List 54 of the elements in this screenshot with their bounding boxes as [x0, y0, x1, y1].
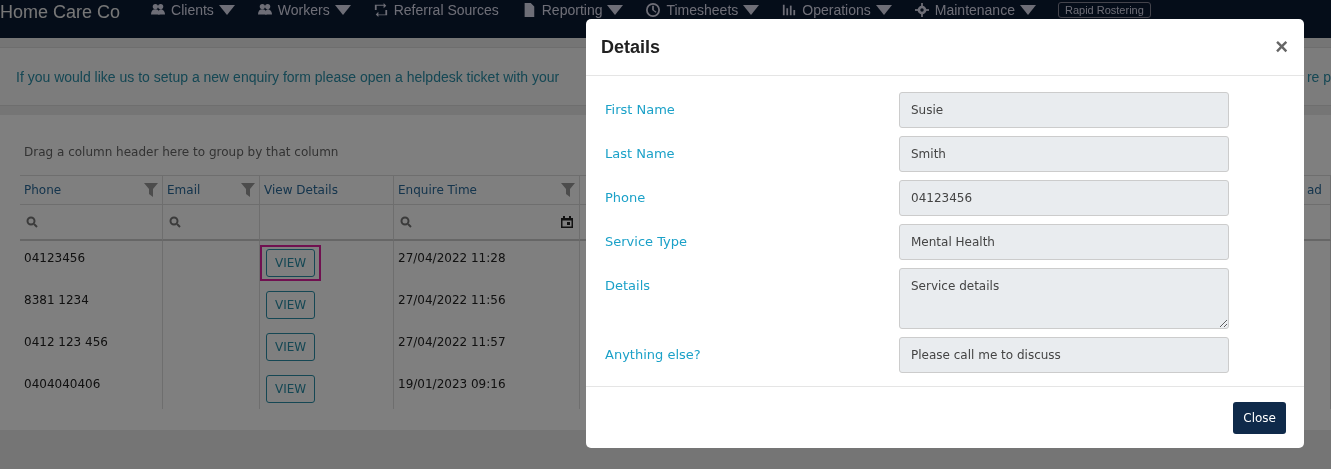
- table-cell: 27/04/2022 11:56: [394, 283, 580, 325]
- clock-icon: [645, 3, 662, 17]
- view-button[interactable]: VIEW: [266, 375, 316, 403]
- table-cell: 19/01/2023 09:16: [394, 367, 580, 409]
- repeat-arrows-icon: [372, 3, 389, 17]
- details-field[interactable]: Service details: [899, 268, 1229, 329]
- table-cell: 8381 1234: [20, 283, 163, 325]
- column-header[interactable]: Email: [163, 175, 260, 205]
- filter-icon[interactable]: [144, 183, 158, 197]
- field-label: Service Type: [605, 233, 689, 251]
- search-icon[interactable]: [26, 216, 38, 228]
- users-icon: [150, 3, 167, 17]
- users-icon: [256, 3, 273, 17]
- table-cell: 0412 123 456: [20, 325, 163, 367]
- column-header[interactable]: Phone: [20, 175, 163, 205]
- view-button[interactable]: VIEW: [266, 249, 316, 277]
- nav-menu-item[interactable]: Clients: [150, 2, 235, 18]
- input-field[interactable]: Smith: [899, 136, 1229, 172]
- nav-menu-item[interactable]: Timesheets: [645, 2, 760, 18]
- field-label: Anything else?: [605, 346, 702, 364]
- bar-chart-icon: [781, 3, 798, 17]
- input-field[interactable]: 04123456: [899, 180, 1229, 216]
- search-icon[interactable]: [169, 216, 181, 228]
- field-label: Last Name: [605, 145, 676, 163]
- close-button[interactable]: Close: [1233, 401, 1286, 434]
- group-hint: Drag a column header here to group by that column: [23, 145, 340, 159]
- nav-menu-item[interactable]: Maintenance: [913, 2, 1036, 18]
- filter-icon[interactable]: [561, 183, 575, 197]
- column-header[interactable]: View Details: [260, 175, 394, 205]
- input-field[interactable]: Mental Health: [899, 224, 1229, 260]
- input-field[interactable]: Susie: [899, 92, 1229, 128]
- field-label: Details: [605, 277, 652, 295]
- field-label: First Name: [605, 101, 676, 119]
- search-icon[interactable]: [400, 216, 412, 228]
- nav-menu-item[interactable]: Operations: [781, 2, 892, 18]
- filter-icon[interactable]: [241, 183, 255, 197]
- nav-menu-item[interactable]: Reporting: [520, 2, 624, 18]
- input-field[interactable]: Please call me to discuss: [899, 337, 1229, 373]
- table-cell: 27/04/2022 11:57: [394, 325, 580, 367]
- view-button[interactable]: VIEW: [266, 291, 316, 319]
- nav-menu-item[interactable]: Workers: [256, 2, 351, 18]
- dialog-title: Details: [601, 36, 661, 58]
- column-header[interactable]: Enquire Time: [394, 175, 580, 205]
- info-text: re p: [1306, 68, 1331, 85]
- table-cell: 27/04/2022 11:28: [394, 241, 580, 283]
- field-label: Phone: [605, 189, 647, 207]
- brand-name[interactable]: Home Care Co: [0, 2, 121, 23]
- table-cell: 0404040406: [20, 367, 163, 409]
- info-text: If you would like us to setup a new enquiry form please open a helpdesk ticket with your: [16, 68, 560, 85]
- rapid-rostering-button[interactable]: Rapid Rostering: [1057, 2, 1151, 18]
- nav-menu-item[interactable]: Referral Sources: [372, 2, 499, 18]
- view-button[interactable]: VIEW: [266, 333, 316, 361]
- calendar-icon[interactable]: [561, 216, 573, 228]
- table-cell: 04123456: [20, 241, 163, 283]
